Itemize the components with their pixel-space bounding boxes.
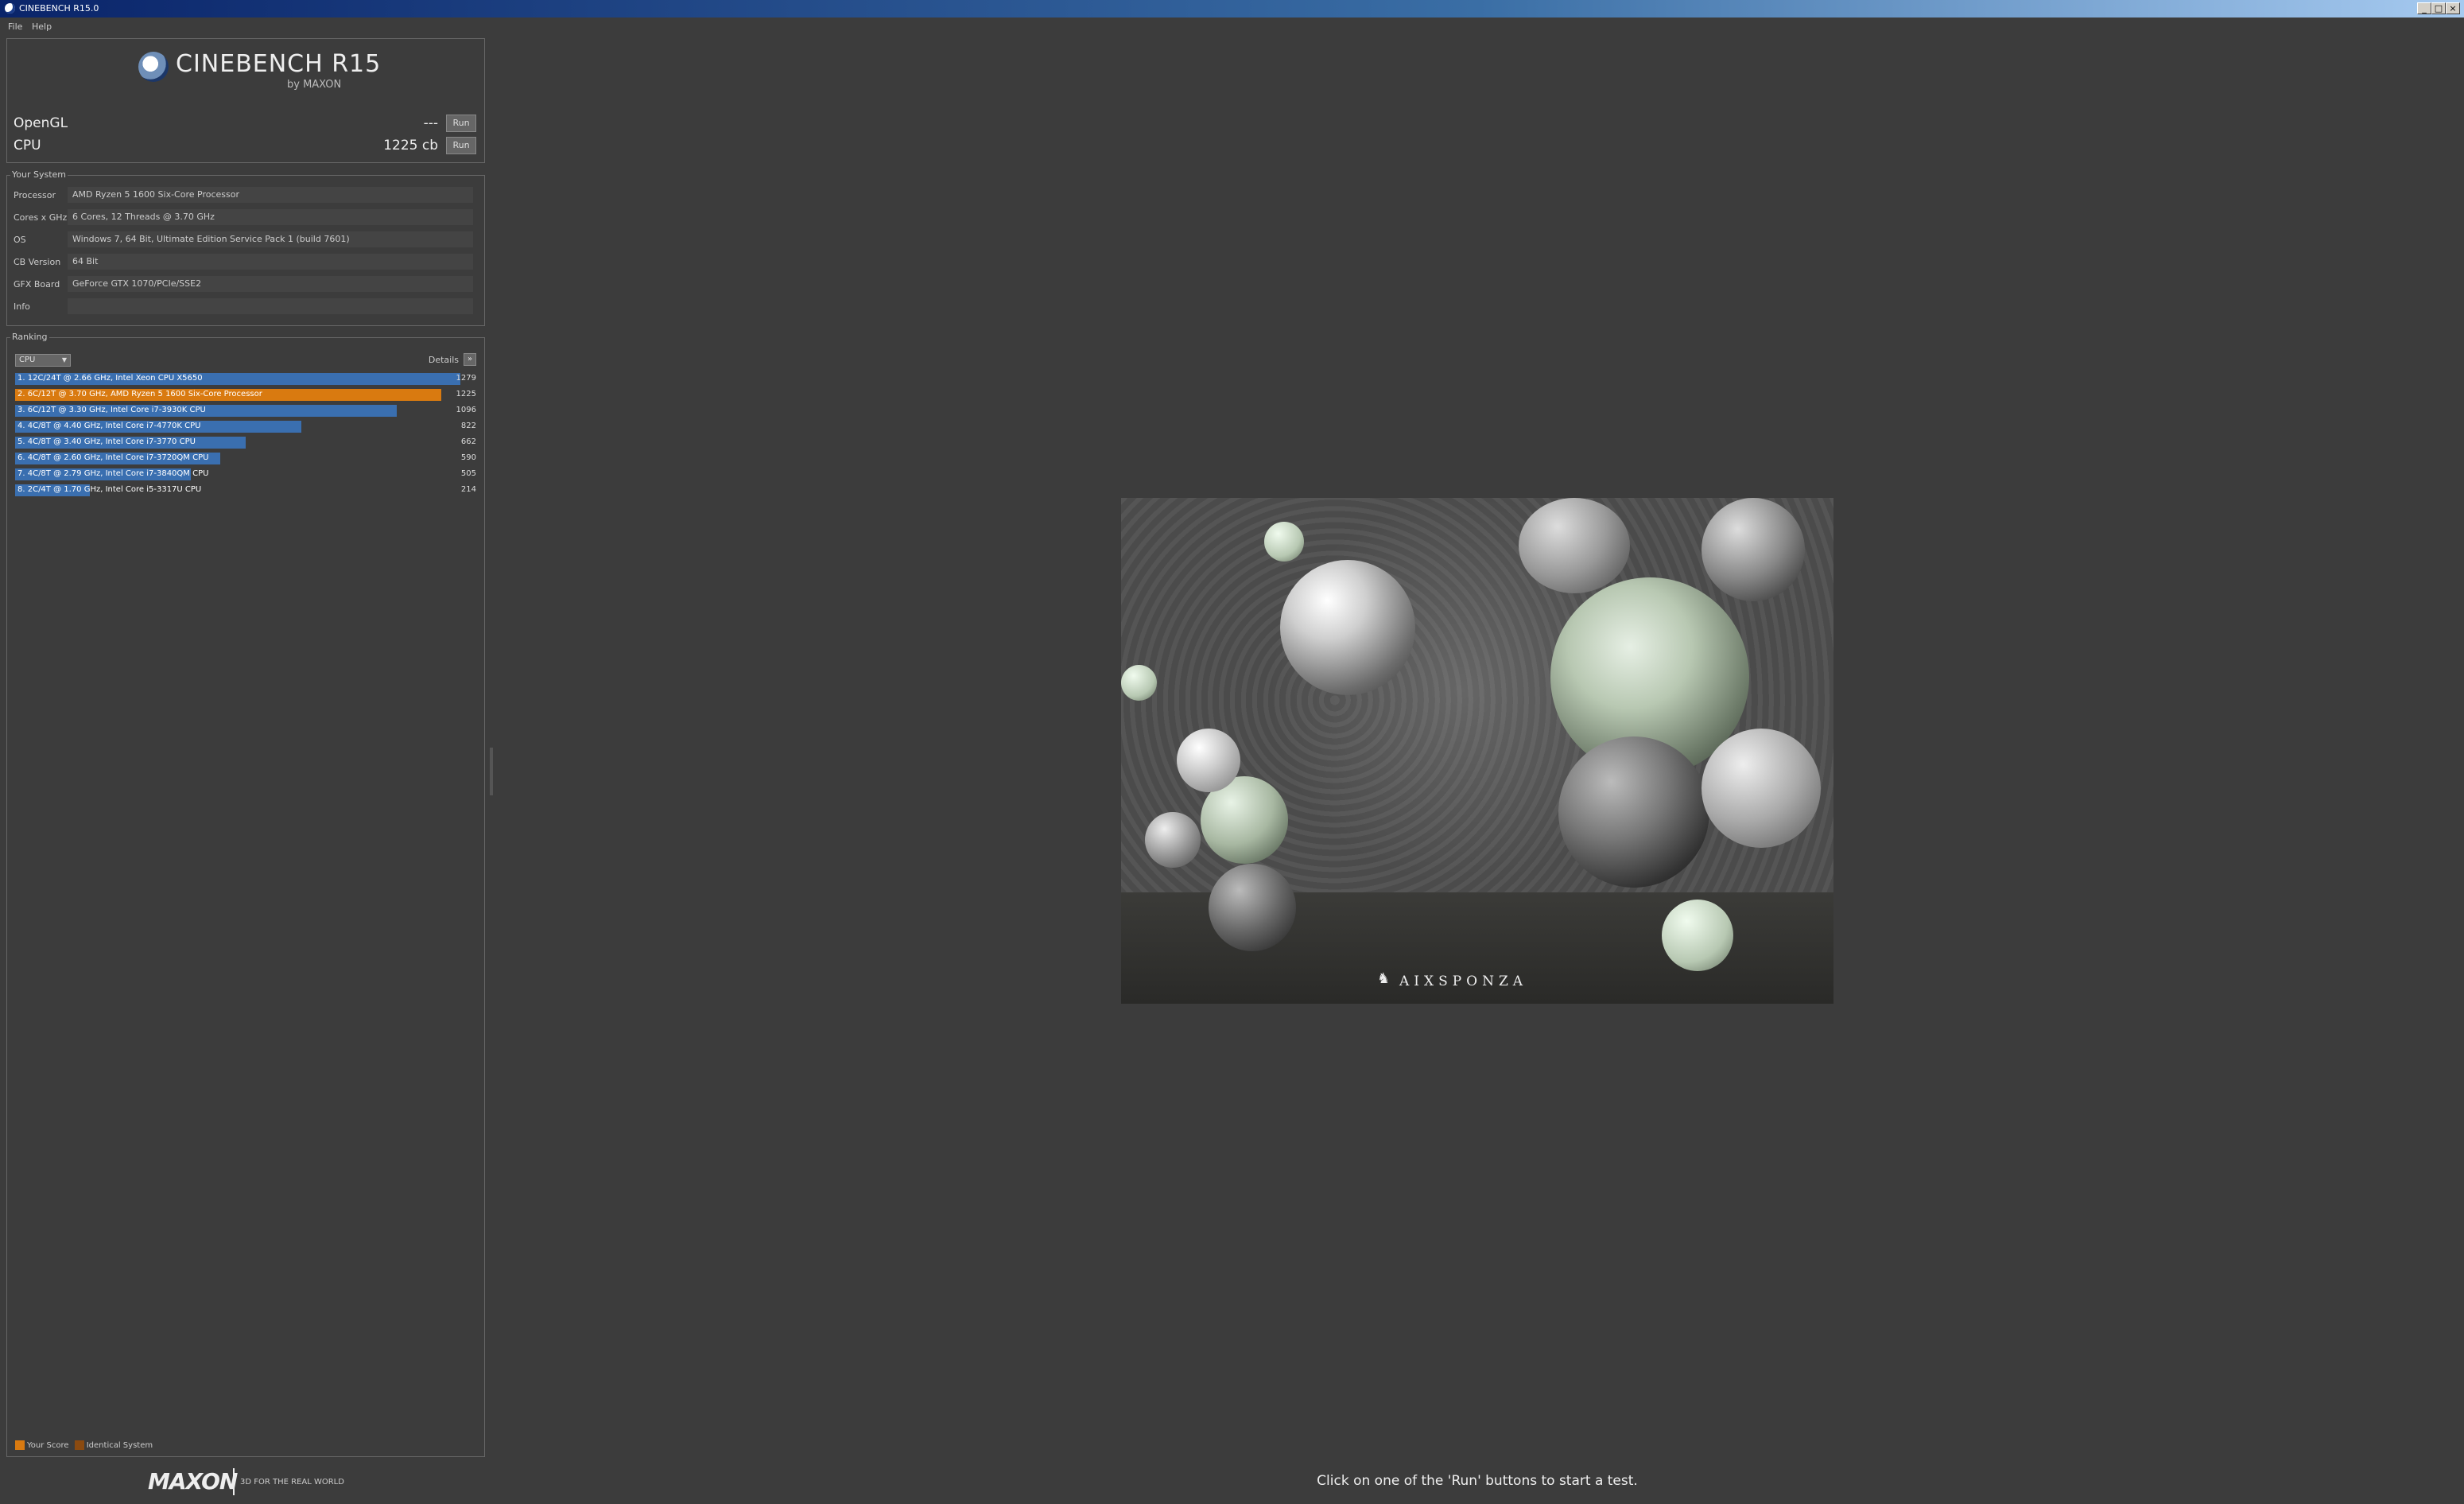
ranking-row[interactable]: 5. 4C/8T @ 3.40 GHz, Intel Core i7-3770 … (15, 437, 478, 450)
aixsponza-logo-icon: ♞ (1377, 970, 1391, 987)
close-icon[interactable]: × (2446, 2, 2460, 14)
ranking-score: 505 (460, 469, 476, 478)
ranking-score: 1096 (456, 406, 476, 414)
maximize-icon[interactable]: □ (2431, 2, 2446, 14)
system-value[interactable] (68, 298, 473, 314)
ranking-type-value: CPU (19, 356, 36, 364)
menu-bar: File Help (0, 17, 2464, 37)
ranking-score: 214 (460, 485, 476, 494)
system-row-info: Info (7, 297, 486, 317)
ranking-label: 1. 12C/24T @ 2.66 GHz, Intel Xeon CPU X5… (17, 374, 203, 383)
system-row-processor: Processor AMD Ryzen 5 1600 Six-Core Proc… (7, 185, 486, 206)
maxon-tagline: 3D FOR THE REAL WORLD (240, 1478, 344, 1487)
ranking-label: 7. 4C/8T @ 2.79 GHz, Intel Core i7-3840Q… (17, 469, 209, 478)
ranking-row[interactable]: 8. 2C/4T @ 1.70 GHz, Intel Core i5-3317U… (15, 484, 478, 498)
system-label: OS (14, 235, 26, 245)
ranking-row[interactable]: 6. 4C/8T @ 2.60 GHz, Intel Core i7-3720Q… (15, 453, 478, 466)
maxon-divider (233, 1468, 235, 1495)
cinebench-app-icon (5, 3, 15, 14)
opengl-run-button[interactable]: Run (446, 115, 476, 132)
render-sphere (1558, 736, 1709, 888)
ranking-label: 4. 4C/8T @ 4.40 GHz, Intel Core i7-4770K… (17, 422, 201, 430)
system-label: Info (14, 301, 30, 312)
your-score-swatch (15, 1440, 25, 1450)
ranking-label: 6. 4C/8T @ 2.60 GHz, Intel Core i7-3720Q… (17, 453, 209, 462)
render-sphere (1702, 729, 1821, 848)
ranking-row[interactable]: 3. 6C/12T @ 3.30 GHz, Intel Core i7-3930… (15, 405, 478, 418)
system-label: Cores x GHz (14, 212, 68, 223)
system-value[interactable]: AMD Ryzen 5 1600 Six-Core Processor (68, 187, 473, 203)
ranking-row[interactable]: 1. 12C/24T @ 2.66 GHz, Intel Xeon CPU X5… (15, 373, 478, 387)
system-value[interactable]: Windows 7, 64 Bit, Ultimate Edition Serv… (68, 231, 473, 247)
test-panel: CINEBENCH R15 by MAXON OpenGL --- Run CP… (6, 38, 485, 163)
ranking-label: 8. 2C/4T @ 1.70 GHz, Intel Core i5-3317U… (17, 485, 202, 494)
legend-your-score: Your Score (27, 1441, 69, 1450)
system-row-gfx: GFX Board GeForce GTX 1070/PCIe/SSE2 (7, 274, 486, 295)
window-title: CINEBENCH R15.0 (19, 3, 99, 14)
cinebench-logo-icon (138, 52, 169, 82)
render-sphere (1121, 665, 1157, 701)
render-sphere (1177, 729, 1240, 792)
cpu-score: 1225 cb (383, 138, 438, 154)
maxon-logo: MAXON (148, 1468, 238, 1494)
left-panel: CINEBENCH R15 by MAXON OpenGL --- Run CP… (6, 38, 485, 1457)
title-bar[interactable]: CINEBENCH R15.0 _ □ × (0, 0, 2464, 17)
menu-file[interactable]: File (8, 21, 22, 32)
system-label: Processor (14, 190, 56, 200)
system-value[interactable]: GeForce GTX 1070/PCIe/SSE2 (68, 276, 473, 292)
ranking-score: 1225 (456, 390, 476, 398)
ranking-row[interactable]: 2. 6C/12T @ 3.70 GHz, AMD Ryzen 5 1600 S… (15, 389, 478, 402)
your-system-title: Your System (10, 169, 68, 180)
menu-help[interactable]: Help (32, 21, 52, 32)
status-message: Click on one of the 'Run' buttons to sta… (1317, 1473, 1638, 1489)
system-row-os: OS Windows 7, 64 Bit, Ultimate Edition S… (7, 230, 486, 251)
ranking-score: 822 (460, 422, 476, 430)
render-sphere (1264, 522, 1304, 562)
aixsponza-watermark: AIXSPONZA (1399, 974, 1528, 989)
ranking-type-select[interactable]: CPU ▼ (15, 354, 71, 367)
opengl-score: --- (423, 115, 438, 131)
opengl-label: OpenGL (14, 115, 68, 131)
legend-identical-system: Identical System (86, 1441, 153, 1450)
logo-by: by MAXON (287, 79, 342, 91)
chevron-down-icon: ▼ (61, 356, 67, 363)
render-sphere (1209, 864, 1296, 951)
cpu-label: CPU (14, 138, 41, 154)
ranking-row[interactable]: 4. 4C/8T @ 4.40 GHz, Intel Core i7-4770K… (15, 421, 478, 434)
render-preview-image: ♞ AIXSPONZA (1121, 498, 1833, 1004)
ranking-legend: Your Score Identical System (15, 1440, 153, 1450)
your-system-panel: Your System Processor AMD Ryzen 5 1600 S… (6, 169, 486, 326)
ranking-label: 3. 6C/12T @ 3.30 GHz, Intel Core i7-3930… (17, 406, 206, 414)
system-value[interactable]: 6 Cores, 12 Threads @ 3.70 GHz (68, 209, 473, 225)
render-sphere (1702, 498, 1805, 601)
logo-name: CINEBENCH R15 (176, 50, 382, 78)
system-label: CB Version (14, 257, 61, 267)
render-sphere (1662, 900, 1733, 971)
ranking-label: 5. 4C/8T @ 3.40 GHz, Intel Core i7-3770 … (17, 437, 196, 446)
panel-splitter-handle[interactable] (490, 748, 493, 795)
ranking-row[interactable]: 7. 4C/8T @ 2.79 GHz, Intel Core i7-3840Q… (15, 468, 478, 482)
render-sphere (1519, 498, 1630, 593)
ranking-score: 1279 (456, 374, 476, 383)
render-sphere (1145, 812, 1201, 868)
identical-system-swatch (74, 1440, 84, 1450)
details-toggle-button[interactable]: » (464, 353, 476, 366)
minimize-icon[interactable]: _ (2417, 2, 2431, 14)
ranking-title: Ranking (10, 332, 49, 342)
system-label: GFX Board (14, 279, 60, 290)
cpu-run-button[interactable]: Run (446, 137, 476, 154)
ranking-panel: Ranking CPU ▼ Details » 1. 12C/24T @ 2.6… (6, 332, 485, 1457)
render-sphere (1280, 560, 1415, 695)
system-row-cores: Cores x GHz 6 Cores, 12 Threads @ 3.70 G… (7, 208, 486, 228)
ranking-score: 662 (460, 437, 476, 446)
system-value[interactable]: 64 Bit (68, 254, 473, 270)
details-label: Details (428, 355, 459, 365)
system-row-cb-version: CB Version 64 Bit (7, 252, 486, 273)
ranking-label: 2. 6C/12T @ 3.70 GHz, AMD Ryzen 5 1600 S… (17, 390, 262, 398)
maxon-footer: MAXON 3D FOR THE REAL WORLD (6, 1463, 485, 1500)
ranking-score: 590 (460, 453, 476, 462)
